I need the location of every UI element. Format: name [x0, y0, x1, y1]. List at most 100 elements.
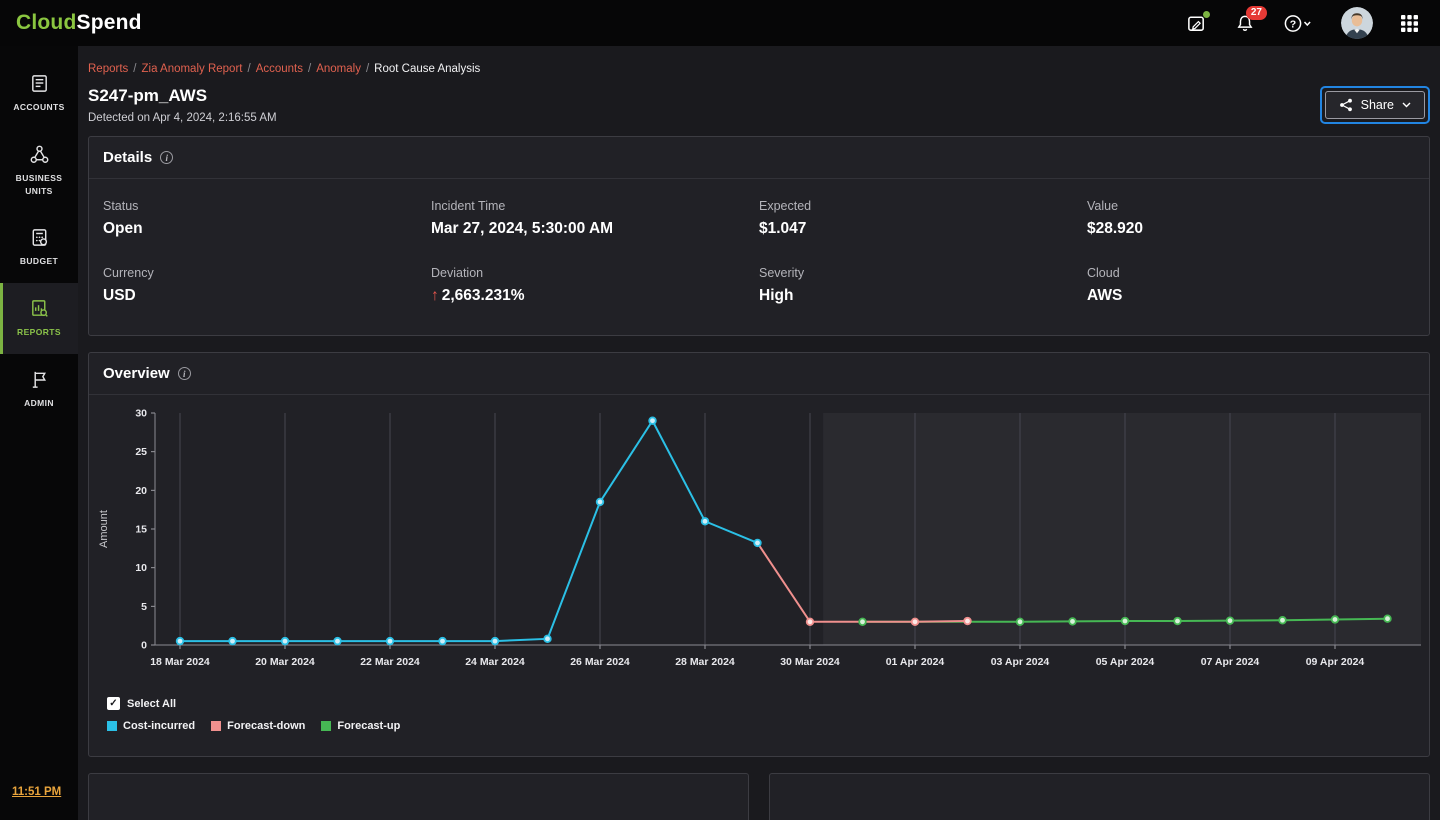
breadcrumb-separator: /: [247, 63, 251, 75]
legend-item-forecast-down[interactable]: Forecast-down: [211, 720, 305, 732]
whats-new-dot: [1203, 10, 1210, 18]
field-incident-time: Incident Time Mar 27, 2024, 5:30:00 AM: [431, 199, 614, 237]
field-expected: Expected $1.047: [759, 199, 812, 237]
sidebar-item-admin[interactable]: ADMIN: [0, 354, 78, 425]
field-currency: Currency USD: [103, 266, 154, 304]
svg-text:03 Apr 2024: 03 Apr 2024: [991, 656, 1050, 668]
bottom-right-panel: [769, 773, 1430, 820]
chevron-down-icon: [1402, 102, 1411, 108]
overview-card-header: Overview i: [89, 353, 1429, 395]
page-title: S247-pm_AWS: [88, 86, 208, 105]
budget-icon: [29, 227, 50, 248]
sidebar: ACCOUNTS BUSINESS UNITS BUDGET REPORTS A…: [0, 46, 78, 820]
detected-on-text: Detected on Apr 4, 2024, 2:16:55 AM: [88, 112, 277, 124]
svg-text:18 Mar 2024: 18 Mar 2024: [150, 656, 210, 668]
svg-text:15: 15: [135, 524, 147, 536]
details-card: Details i Status Open Incident Time Mar …: [88, 136, 1430, 336]
share-icon: [1339, 98, 1353, 112]
sidebar-item-label: ADMIN: [24, 397, 54, 408]
svg-text:25: 25: [135, 446, 147, 458]
legend-item-forecast-up[interactable]: Forecast-up: [321, 720, 400, 732]
field-cloud: Cloud AWS: [1087, 266, 1123, 304]
breadcrumb-separator: /: [133, 63, 137, 75]
apps-grid-icon: [1401, 14, 1418, 32]
admin-icon: [29, 369, 50, 390]
field-severity: Severity High: [759, 266, 805, 304]
sidebar-item-label: ACCOUNTS: [13, 102, 65, 112]
svg-text:09 Apr 2024: 09 Apr 2024: [1306, 656, 1365, 668]
main-content: Reports / Zia Anomaly Report / Accounts / Anom…: [78, 46, 1440, 820]
svg-text:05 Apr 2024: 05 Apr 2024: [1096, 656, 1155, 668]
svg-text:20: 20: [135, 485, 147, 497]
clock-link[interactable]: 11:51 PM: [12, 786, 61, 798]
svg-text:01 Apr 2024: 01 Apr 2024: [886, 656, 945, 668]
deviation-value: 2,663.231%: [441, 287, 525, 304]
svg-text:Amount: Amount: [98, 510, 110, 548]
sidebar-item-label: BUDGET: [19, 256, 59, 267]
breadcrumb: Reports / Zia Anomaly Report / Accounts / Anom…: [88, 63, 1430, 75]
breadcrumb-separator: /: [365, 63, 370, 75]
sidebar-item-business-units[interactable]: BUSINESS UNITS: [0, 129, 78, 213]
cloudspend-logo[interactable]: CloudSpend: [16, 11, 142, 35]
breadcrumb-link-anomaly[interactable]: Anomaly: [316, 63, 361, 75]
overview-card: Overview i 18 Mar 2024 20 Mar 2024 22 Mar …: [88, 352, 1430, 757]
share-button-label: Share: [1360, 98, 1394, 112]
breadcrumb-current: Root Cause Analysis: [374, 63, 481, 75]
svg-text:24 Mar 2024: 24 Mar 2024: [465, 656, 525, 668]
checkbox-checked-icon: ✓: [107, 697, 120, 710]
sidebar-item-label: BUSINESS UNITS: [15, 172, 63, 196]
breadcrumb-link-reports[interactable]: Reports: [88, 63, 128, 75]
share-button-focus-ring: Share: [1319, 86, 1430, 124]
select-all-label: Select All: [127, 697, 177, 710]
svg-text:07 Apr 2024: 07 Apr 2024: [1201, 656, 1260, 668]
select-all-checkbox[interactable]: ✓ Select All: [107, 697, 1411, 710]
details-title: Details: [103, 149, 153, 166]
topbar: CloudSpend 27 ?: [0, 0, 1440, 46]
bottom-panels: [88, 773, 1430, 820]
svg-text:0: 0: [141, 640, 147, 652]
field-deviation: Deviation ↑ 2,663.231%: [431, 266, 525, 304]
info-icon[interactable]: i: [177, 367, 191, 380]
bottom-left-panel: [88, 773, 749, 820]
page: CloudSpend 27 ? ACCOUNTS BUSINESS UNITS …: [0, 0, 1440, 820]
sidebar-item-reports[interactable]: REPORTS: [0, 283, 78, 354]
svg-text:?: ?: [1290, 18, 1296, 30]
info-icon[interactable]: i: [160, 151, 174, 164]
svg-text:30 Mar 2024: 30 Mar 2024: [780, 656, 840, 668]
breadcrumb-link-zia-anomaly-report[interactable]: Zia Anomaly Report: [141, 63, 242, 75]
legend-area: ✓ Select All Cost-incurred Forecast-down…: [89, 673, 1429, 756]
help-icon: ?: [1283, 13, 1313, 34]
user-avatar[interactable]: [1341, 7, 1373, 39]
chart-legend: Cost-incurred Forecast-down Forecast-up: [107, 720, 1411, 732]
svg-text:26 Mar 2024: 26 Mar 2024: [570, 656, 630, 668]
sidebar-item-accounts[interactable]: ACCOUNTS: [0, 58, 78, 129]
overview-chart[interactable]: 18 Mar 2024 20 Mar 2024 22 Mar 2024 24 Mar …: [91, 401, 1427, 673]
legend-item-cost-incurred[interactable]: Cost-incurred: [107, 720, 195, 732]
help-button[interactable]: ?: [1283, 13, 1313, 34]
breadcrumb-separator: /: [308, 63, 312, 75]
field-value: Value $28.920: [1087, 199, 1144, 237]
notifications-button[interactable]: 27: [1235, 5, 1267, 34]
svg-text:22 Mar 2024: 22 Mar 2024: [360, 656, 420, 668]
svg-text:28 Mar 2024: 28 Mar 2024: [675, 656, 735, 668]
overview-chart-wrap: 18 Mar 2024 20 Mar 2024 22 Mar 2024 24 Mar …: [89, 395, 1429, 673]
field-status: Status Open: [103, 199, 143, 237]
legend-swatch: [107, 721, 117, 731]
accounts-icon: [29, 73, 50, 94]
share-button[interactable]: Share: [1324, 91, 1425, 119]
reports-icon: [29, 298, 50, 319]
svg-text:20 Mar 2024: 20 Mar 2024: [255, 656, 315, 668]
logo-spend: Spend: [76, 11, 142, 34]
logo-cloud: Cloud: [16, 11, 77, 34]
whats-new-button[interactable]: [1186, 10, 1210, 34]
svg-text:5: 5: [141, 601, 147, 613]
overview-title: Overview: [103, 365, 170, 382]
apps-grid-button[interactable]: [1401, 14, 1418, 32]
breadcrumb-link-accounts[interactable]: Accounts: [256, 63, 303, 75]
sidebar-item-label: REPORTS: [17, 327, 61, 337]
legend-swatch: [321, 721, 332, 731]
business-units-icon: [29, 144, 50, 165]
notification-badge: 27: [1245, 5, 1267, 20]
deviation-up-arrow-icon: ↑: [431, 287, 439, 304]
sidebar-item-budget[interactable]: BUDGET: [0, 212, 78, 283]
